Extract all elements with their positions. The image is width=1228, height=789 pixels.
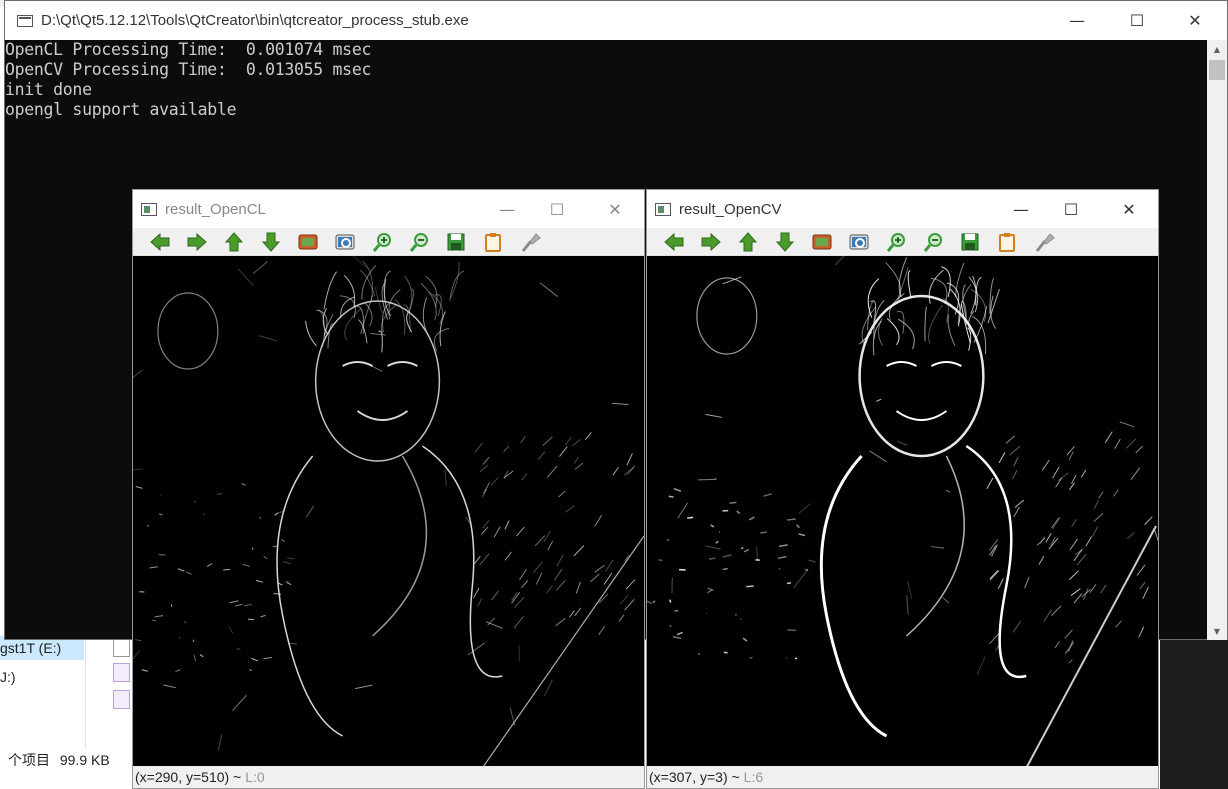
scroll-thumb[interactable] <box>1209 60 1225 80</box>
image-toolbar <box>133 228 644 256</box>
scroll-up-icon[interactable]: ▲ <box>1207 40 1227 58</box>
image-toolbar <box>647 228 1158 256</box>
zoom-x1-icon <box>298 234 317 249</box>
properties-icon <box>521 232 541 252</box>
zoom-fit-icon <box>335 234 354 249</box>
close-button[interactable]: ✕ <box>586 190 644 229</box>
pan-down-button[interactable] <box>766 228 803 256</box>
zoom-x1-button[interactable] <box>289 228 326 256</box>
zoom-in-icon <box>886 232 905 252</box>
background-dark-panel <box>1160 638 1228 789</box>
console-line: init done <box>5 80 92 99</box>
zoom-x1-button[interactable] <box>803 228 840 256</box>
item-count-label: 个项目 <box>8 752 50 768</box>
console-titlebar[interactable]: D:\Qt\Qt5.12.12\Tools\QtCreator\bin\qtcr… <box>5 1 1227 40</box>
close-button[interactable]: ✕ <box>1100 190 1158 229</box>
image-window-opencv: result_OpenCV — ☐ ✕ (x=307, y=3) ~ L:6 <box>646 189 1159 789</box>
console-scrollbar[interactable]: ▲ ▼ <box>1207 40 1227 640</box>
pan-down-icon <box>261 232 280 252</box>
copy-button[interactable] <box>474 228 511 256</box>
selection-size: 99.9 KB <box>59 752 110 768</box>
window-titlebar[interactable]: result_OpenCL — ☐ ✕ <box>133 190 644 228</box>
pan-left-button[interactable] <box>655 228 692 256</box>
image-canvas[interactable] <box>647 256 1158 768</box>
properties-button[interactable] <box>511 228 548 256</box>
pan-right-icon <box>187 232 207 251</box>
zoom-in-icon <box>372 232 391 252</box>
close-button[interactable]: ✕ <box>1166 1 1224 40</box>
zoom-out-button[interactable] <box>914 228 951 256</box>
console-title: D:\Qt\Qt5.12.12\Tools\QtCreator\bin\qtcr… <box>41 12 469 29</box>
image-window-opencl: result_OpenCL — ☐ ✕ (x=290, y=510) ~ L:0 <box>132 189 645 789</box>
pane-divider <box>85 638 86 748</box>
zoom-fit-icon <box>849 234 868 249</box>
window-titlebar[interactable]: result_OpenCV — ☐ ✕ <box>647 190 1158 228</box>
pan-right-icon <box>701 232 721 251</box>
copy-icon <box>484 232 501 252</box>
zoom-in-button[interactable] <box>877 228 914 256</box>
pan-right-button[interactable] <box>692 228 729 256</box>
result-image <box>647 256 1158 768</box>
window-app-icon <box>655 202 671 216</box>
zoom-x1-icon <box>812 234 831 249</box>
pan-right-button[interactable] <box>178 228 215 256</box>
zoom-out-icon <box>923 232 942 252</box>
pan-up-button[interactable] <box>215 228 252 256</box>
explorer-status: 个项目 99.9 KB <box>0 749 140 771</box>
properties-icon <box>1035 232 1055 252</box>
console-app-icon <box>17 14 33 27</box>
pan-up-button[interactable] <box>729 228 766 256</box>
save-icon <box>447 233 464 250</box>
console-line: OpenCL Processing Time: 0.001074 msec <box>5 40 372 59</box>
pan-left-icon <box>663 232 683 251</box>
file-icon[interactable] <box>113 638 130 657</box>
zoom-in-button[interactable] <box>363 228 400 256</box>
copy-button[interactable] <box>988 228 1025 256</box>
window-statusbar: (x=307, y=3) ~ L:6 <box>647 766 1158 788</box>
image-canvas[interactable] <box>133 256 644 768</box>
maximize-button[interactable]: ☐ <box>1108 1 1166 40</box>
result-image <box>133 256 644 768</box>
window-statusbar: (x=290, y=510) ~ L:0 <box>133 766 644 788</box>
pan-down-icon <box>775 232 794 252</box>
window-title: result_OpenCV <box>679 200 782 218</box>
zoom-fit-button[interactable] <box>840 228 877 256</box>
zoom-out-button[interactable] <box>400 228 437 256</box>
file-icon[interactable] <box>113 663 130 682</box>
properties-button[interactable] <box>1025 228 1062 256</box>
zoom-out-icon <box>409 232 428 252</box>
file-icon[interactable] <box>113 690 130 709</box>
pixel-value: L:0 <box>245 769 265 785</box>
copy-icon <box>998 232 1015 252</box>
pan-left-button[interactable] <box>141 228 178 256</box>
window-title: result_OpenCL <box>165 200 266 218</box>
scroll-down-icon[interactable]: ▼ <box>1207 622 1227 640</box>
minimize-button[interactable]: — <box>1048 1 1106 40</box>
maximize-button[interactable]: ☐ <box>528 190 586 229</box>
maximize-button[interactable]: ☐ <box>1042 190 1100 229</box>
pan-up-icon <box>224 231 243 251</box>
pan-left-icon <box>149 232 169 251</box>
console-line: opengl support available <box>5 100 237 119</box>
pan-down-button[interactable] <box>252 228 289 256</box>
pan-up-icon <box>738 231 757 251</box>
pixel-value: L:6 <box>743 769 764 785</box>
console-line: OpenCV Processing Time: 0.013055 msec <box>5 60 372 79</box>
zoom-fit-button[interactable] <box>326 228 363 256</box>
save-button[interactable] <box>951 228 988 256</box>
cursor-position: (x=307, y=3) ~ <box>649 769 740 785</box>
drive-item-j[interactable]: J:) <box>0 665 84 689</box>
cursor-position: (x=290, y=510) ~ <box>135 769 242 785</box>
window-app-icon <box>141 202 157 216</box>
save-icon <box>961 233 978 250</box>
save-button[interactable] <box>437 228 474 256</box>
